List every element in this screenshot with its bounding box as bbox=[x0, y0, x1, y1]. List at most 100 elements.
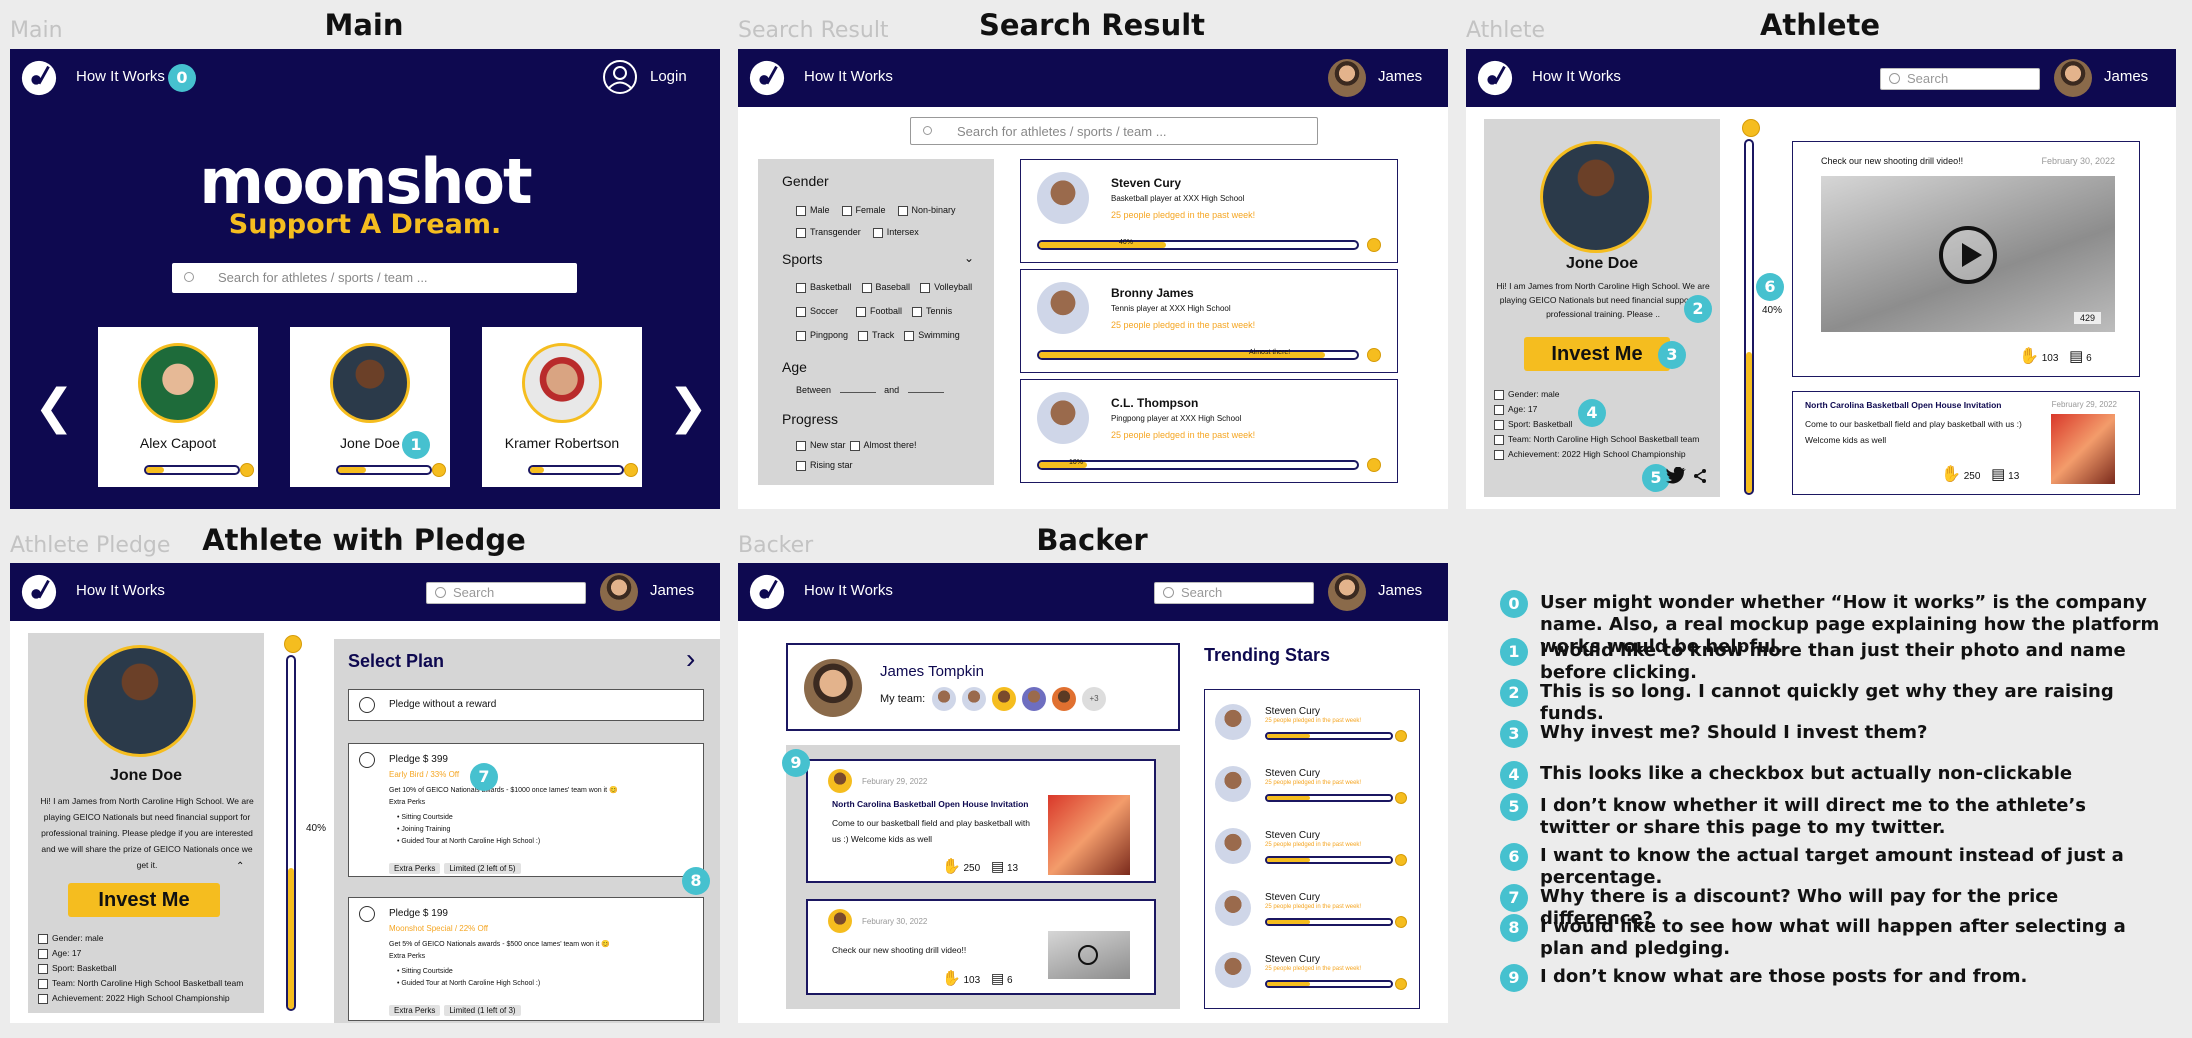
vertical-progress-bar bbox=[286, 655, 296, 1011]
trending-list: Steven Cury 25 people pledged in the past… bbox=[1204, 689, 1420, 1009]
chevron-down-icon[interactable]: ⌄ bbox=[964, 251, 974, 265]
comment-icon[interactable]: ▤ bbox=[991, 858, 1004, 874]
user-name[interactable]: James bbox=[1378, 68, 1422, 85]
search-input[interactable]: Search for athletes / sports / team ... bbox=[910, 117, 1318, 145]
fact-item: Achievement: 2022 High School Championsh… bbox=[1494, 447, 1699, 462]
radio-button[interactable] bbox=[359, 697, 375, 713]
trending-item[interactable]: Steven Cury 25 people pledged in the past… bbox=[1215, 698, 1411, 754]
search-frame: How It Works James Search for athletes /… bbox=[738, 49, 1448, 509]
fact-text: Sport: Basketball bbox=[52, 963, 117, 973]
how-it-works-link[interactable]: How It Works bbox=[1532, 68, 1621, 85]
play-icon[interactable] bbox=[1939, 226, 1997, 284]
post-image[interactable] bbox=[1048, 795, 1130, 875]
comment-icon[interactable]: ▤ bbox=[991, 970, 1004, 986]
search-placeholder: Search for athletes / sports / team ... bbox=[957, 124, 1167, 139]
sports-options[interactable]: Basketball Baseball Volleyball Soccer Footb… bbox=[796, 275, 996, 347]
team-member-avatar[interactable] bbox=[1052, 687, 1076, 711]
trending-item[interactable]: Steven Cury 25 people pledged in the past… bbox=[1215, 760, 1411, 816]
trending-item[interactable]: Steven Cury 25 people pledged in the past… bbox=[1215, 946, 1411, 1002]
invest-button[interactable]: Invest Me bbox=[68, 883, 220, 917]
post-card[interactable]: North Carolina Basketball Open House Inv… bbox=[1792, 391, 2140, 495]
trending-item[interactable]: Steven Cury 25 people pledged in the past… bbox=[1215, 884, 1411, 940]
option-label: New star bbox=[810, 440, 846, 450]
how-it-works-link[interactable]: How It Works bbox=[76, 582, 165, 599]
comment-icon[interactable]: ▤ bbox=[2069, 348, 2083, 365]
athlete-photo bbox=[1215, 766, 1251, 802]
comment-icon[interactable]: ▤ bbox=[1991, 466, 2005, 483]
nav-search-input[interactable]: Search bbox=[426, 582, 586, 604]
how-it-works-link[interactable]: How It Works bbox=[804, 68, 893, 85]
note-text: I don’t know whether it will direct me t… bbox=[1540, 795, 2087, 838]
twitter-icon[interactable] bbox=[1666, 467, 1686, 485]
athlete-card[interactable]: Alex Capoot bbox=[98, 327, 258, 487]
perk-text: Joining Training bbox=[401, 826, 451, 833]
moonshot-logo-icon[interactable] bbox=[20, 573, 58, 611]
clap-icon[interactable]: ✋ bbox=[1941, 466, 1961, 483]
progress-options[interactable]: New star Almost there! Rising star bbox=[796, 435, 996, 475]
how-it-works-link[interactable]: How It Works bbox=[76, 68, 165, 85]
chevron-up-icon[interactable]: ⌃ bbox=[236, 861, 244, 872]
invest-button[interactable]: Invest Me bbox=[1524, 337, 1670, 371]
carousel-prev-button[interactable]: ❮ bbox=[34, 379, 74, 435]
video-thumbnail[interactable] bbox=[1048, 931, 1130, 979]
team-member-avatar[interactable] bbox=[962, 687, 986, 711]
user-name[interactable]: James bbox=[650, 582, 694, 599]
team-member-avatar[interactable] bbox=[932, 687, 956, 711]
main-search-input[interactable]: Search for athletes / sports / team ... bbox=[172, 263, 577, 293]
video-thumbnail[interactable]: 429 bbox=[1821, 176, 2115, 332]
moonshot-logo-icon[interactable] bbox=[1476, 59, 1514, 97]
result-card[interactable]: C.L. Thompson Pingpong player at XXX Hig… bbox=[1020, 379, 1398, 483]
user-name[interactable]: James bbox=[2104, 68, 2148, 85]
clap-icon[interactable]: ✋ bbox=[942, 970, 961, 987]
trending-pledged: 25 people pledged in the past week! bbox=[1265, 904, 1362, 910]
team-member-avatar[interactable] bbox=[992, 687, 1016, 711]
radio-button[interactable] bbox=[359, 752, 375, 768]
clap-icon[interactable]: ✋ bbox=[942, 858, 961, 875]
plan-option-no-reward[interactable]: Pledge without a reward bbox=[348, 689, 704, 721]
plan-promo: Early Bird / 33% Off bbox=[389, 770, 460, 779]
athlete-card[interactable]: Kramer Robertson bbox=[482, 327, 642, 487]
annotation-badge: 4 bbox=[1578, 399, 1606, 427]
age-max-field[interactable] bbox=[907, 392, 944, 393]
user-avatar[interactable] bbox=[1328, 573, 1366, 611]
progress-label: 10% bbox=[1069, 459, 1084, 466]
clap-icon[interactable]: ✋ bbox=[2019, 348, 2039, 365]
post-card[interactable]: Check our new shooting drill video!! Feb… bbox=[1792, 141, 2140, 377]
note-text: This looks like a checkbox but actually … bbox=[1540, 763, 2073, 784]
carousel-next-button[interactable]: ❯ bbox=[668, 379, 708, 435]
moonshot-logo-icon[interactable] bbox=[20, 59, 58, 97]
user-avatar[interactable] bbox=[2054, 59, 2092, 97]
team-more-count[interactable]: +3 bbox=[1082, 687, 1106, 711]
feed-post[interactable]: Feburary 30, 2022 Check our new shooting… bbox=[806, 899, 1156, 995]
team-avatars[interactable]: +3 bbox=[932, 687, 1106, 711]
fact-text: Sport: Basketball bbox=[1508, 419, 1573, 429]
chevron-right-icon[interactable]: › bbox=[686, 643, 695, 675]
user-name[interactable]: James bbox=[1378, 582, 1422, 599]
user-icon[interactable] bbox=[602, 59, 638, 95]
play-icon[interactable] bbox=[1078, 945, 1098, 965]
result-card[interactable]: Bronny James Tennis player at XXX High S… bbox=[1020, 269, 1398, 373]
trending-item[interactable]: Steven Cury 25 people pledged in the past… bbox=[1215, 822, 1411, 878]
plan-option[interactable]: Pledge $ 199 Moonshot Special / 22% Off … bbox=[348, 897, 704, 1021]
feed-post[interactable]: Feburary 29, 2022 North Carolina Basketb… bbox=[806, 759, 1156, 883]
athlete-card[interactable]: Jone Doe 1 bbox=[290, 327, 450, 487]
nav-search-input[interactable]: Search bbox=[1880, 68, 2040, 90]
gender-options[interactable]: Male Female Non-binary Transgender Intersex bbox=[796, 199, 996, 243]
moonshot-logo-icon[interactable] bbox=[748, 573, 786, 611]
radio-button[interactable] bbox=[359, 906, 375, 922]
age-range[interactable]: Between and bbox=[796, 385, 944, 395]
age-min-field[interactable] bbox=[839, 392, 876, 393]
post-actions: ✋ 250 ▤ 13 bbox=[942, 857, 1018, 875]
how-it-works-link[interactable]: How It Works bbox=[804, 582, 893, 599]
post-image[interactable] bbox=[2051, 414, 2115, 484]
login-link[interactable]: Login bbox=[650, 68, 687, 85]
result-card[interactable]: Steven Cury Basketball player at XXX Hig… bbox=[1020, 159, 1398, 263]
nav-search-input[interactable]: Search bbox=[1154, 582, 1314, 604]
share-icon[interactable] bbox=[1692, 468, 1708, 484]
plan-option[interactable]: Pledge $ 399 Early Bird / 33% Off Get 10… bbox=[348, 743, 704, 877]
moonshot-logo-icon[interactable] bbox=[748, 59, 786, 97]
user-avatar[interactable] bbox=[600, 573, 638, 611]
user-avatar[interactable] bbox=[1328, 59, 1366, 97]
team-member-avatar[interactable] bbox=[1022, 687, 1046, 711]
athlete-photo bbox=[1215, 890, 1251, 926]
